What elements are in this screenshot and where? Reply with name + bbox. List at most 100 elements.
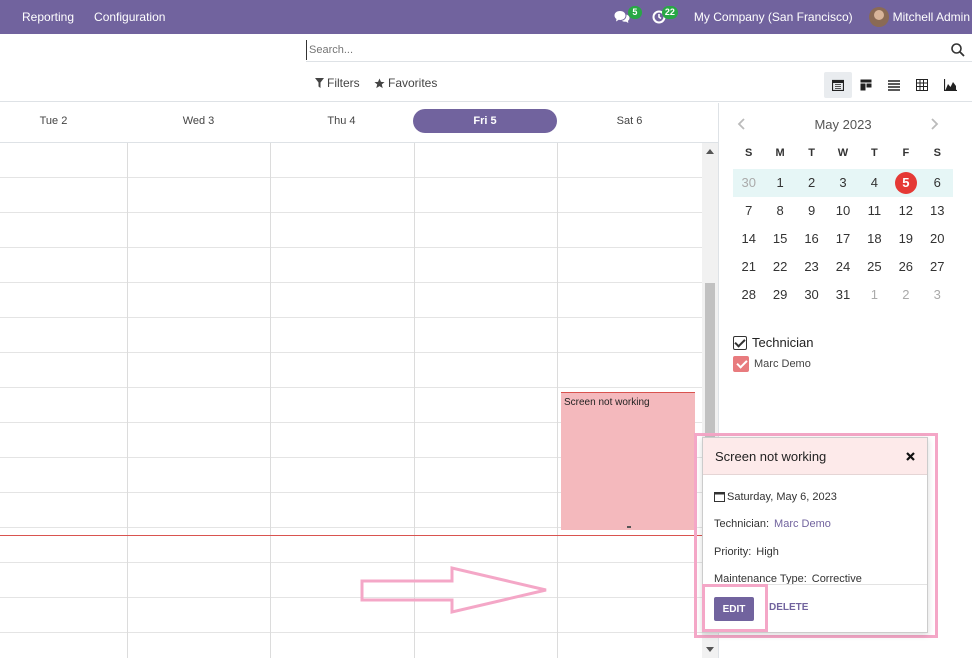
priority-label: Priority: [714,545,752,558]
mini-day[interactable]: 10 [827,197,858,225]
day-header-sat[interactable]: Sat 6 [557,115,702,127]
weekday-label: M [775,147,785,159]
scroll-up-arrow[interactable] [706,149,714,154]
mini-day[interactable]: 13 [922,197,953,225]
technician-link[interactable]: Marc Demo [774,518,831,530]
event-resize-handle[interactable] [627,526,631,528]
activities-button[interactable]: 22 [644,0,678,34]
weekday-label: S [745,147,753,159]
filter-item-marc-demo[interactable]: Marc Demo [733,356,953,372]
checkbox-checked-icon [733,335,747,350]
day-header-wed[interactable]: Wed 3 [127,115,270,127]
mini-day[interactable]: 2 [796,169,827,197]
weekday-label: F [902,147,910,159]
mini-day[interactable]: 30 [796,281,827,309]
mini-day[interactable]: 19 [890,225,921,253]
chevron-right-icon [931,118,939,130]
kanban-view-button[interactable] [852,72,880,98]
mini-day[interactable]: 27 [922,253,953,281]
pivot-view-button[interactable] [908,72,936,98]
close-button[interactable] [906,448,915,465]
technician-filter-heading: Technician [752,335,814,350]
today-number: 5 [894,172,917,194]
list-icon [888,80,900,91]
calendar-view-button[interactable] [824,72,852,98]
current-time-line [0,535,702,536]
menu-reporting[interactable]: Reporting [12,0,84,34]
mini-day[interactable]: 1 [764,169,795,197]
day-header-thu[interactable]: Thu 4 [270,115,413,127]
mini-day[interactable]: 11 [859,197,890,225]
calendar-icon [832,79,844,91]
mini-calendar-header: May 2023 [733,115,953,135]
kanban-icon [860,79,872,91]
annotation-arrow [360,566,547,614]
favorites-button[interactable]: Favorites [374,76,437,90]
filter-item-label: Marc Demo [754,358,811,370]
next-month-button[interactable] [931,117,939,133]
delete-button[interactable]: DELETE [769,602,808,613]
mini-day[interactable]: 30 [733,169,764,197]
mini-day[interactable]: 2 [890,281,921,309]
mini-day[interactable]: 17 [827,225,858,253]
calendar-event[interactable]: Screen not working [561,392,695,530]
mini-day[interactable]: 9 [796,197,827,225]
popover-header: Screen not working [703,438,927,475]
mini-day[interactable]: 23 [796,253,827,281]
mini-day[interactable]: 3 [827,169,858,197]
day-header-fri-today[interactable]: Fri 5 [413,109,557,133]
mini-day[interactable]: 18 [859,225,890,253]
menu-configuration[interactable]: Configuration [84,0,175,34]
mini-calendar-week: 14 15 16 17 18 19 20 [733,225,953,253]
event-title: Screen not working [564,397,650,408]
checkbox-checked-icon [733,356,749,372]
mini-day[interactable]: 25 [859,253,890,281]
view-switcher [824,72,964,98]
star-icon [374,77,385,88]
mini-day[interactable]: 6 [922,169,953,197]
popover-technician-row: Technician: Marc Demo [714,511,916,539]
mini-day[interactable]: 22 [764,253,795,281]
mini-day[interactable]: 29 [764,281,795,309]
list-view-button[interactable] [880,72,908,98]
filter-row: Filters Favorites [0,66,972,102]
weekday-label: S [933,147,941,159]
mini-day-today[interactable]: 5 [890,169,921,197]
mini-day[interactable]: 15 [764,225,795,253]
scroll-down-arrow[interactable] [706,647,714,652]
filters-button[interactable]: Filters [315,76,360,90]
company-switcher[interactable]: My Company (San Francisco) [674,10,869,24]
messages-button[interactable]: 5 [606,0,642,34]
technician-filter: Technician Marc Demo [733,335,953,372]
mini-day[interactable]: 4 [859,169,890,197]
technician-filter-toggle[interactable]: Technician [733,335,953,350]
technician-label: Technician: [714,518,770,531]
graph-icon [943,79,957,91]
mini-calendar-week: 30 1 2 3 4 5 6 [733,169,953,197]
mini-calendar-week: 28 29 30 31 1 2 3 [733,281,953,309]
mini-day[interactable]: 26 [890,253,921,281]
mini-day[interactable]: 3 [922,281,953,309]
mini-day[interactable]: 8 [764,197,795,225]
mini-day[interactable]: 28 [733,281,764,309]
user-menu[interactable]: Mitchell Admin [868,7,972,27]
mini-day[interactable]: 16 [796,225,827,253]
favorites-label: Favorites [388,76,438,90]
day-header-row: Tue 2 Wed 3 Thu 4 Fri 5 Sat 6 [0,103,718,143]
search-row [0,34,972,66]
weekday-label: T [808,147,815,159]
mini-day[interactable]: 31 [827,281,858,309]
mini-day[interactable]: 21 [733,253,764,281]
graph-view-button[interactable] [936,72,964,98]
popover-title: Screen not working [715,448,827,464]
messages-count-badge: 5 [627,6,642,19]
day-header-tue[interactable]: Tue 2 [0,115,107,127]
search-input[interactable] [306,39,926,60]
mini-day[interactable]: 1 [859,281,890,309]
mini-day[interactable]: 12 [890,197,921,225]
mini-day[interactable]: 14 [733,225,764,253]
mini-day[interactable]: 7 [733,197,764,225]
search-icon[interactable] [950,42,966,58]
mini-day[interactable]: 24 [827,253,858,281]
mini-day[interactable]: 20 [922,225,953,253]
